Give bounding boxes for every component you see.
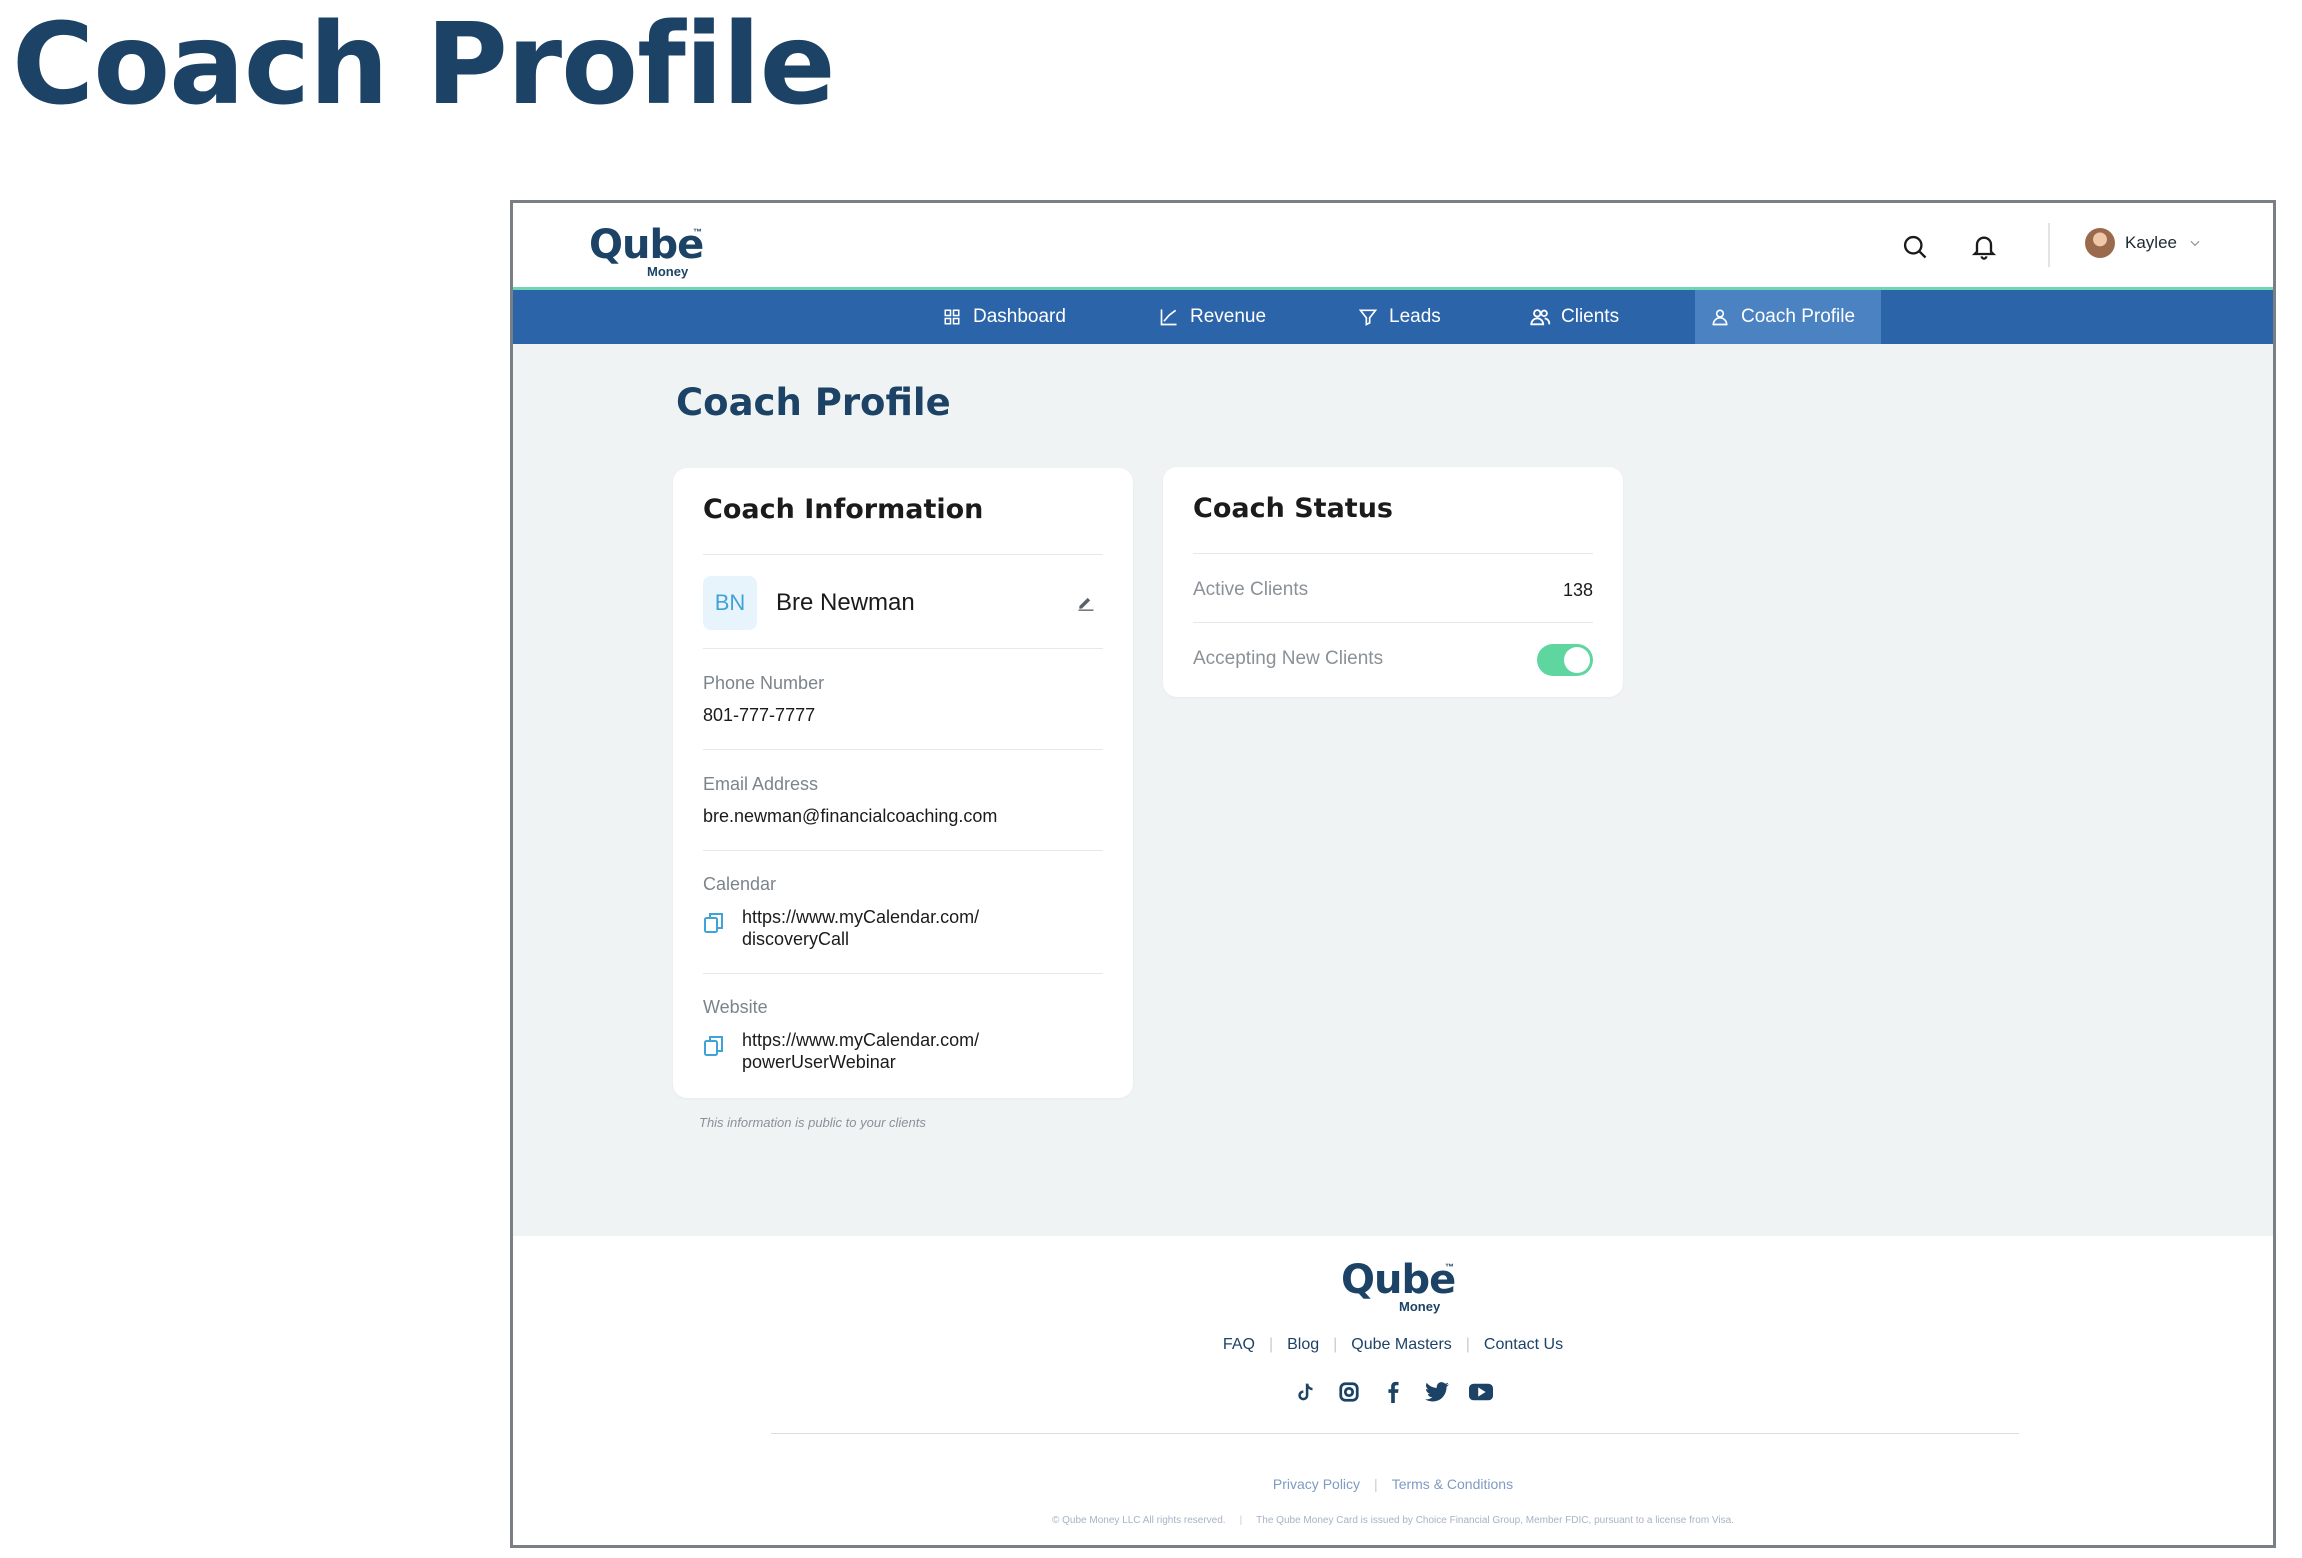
nav-item-dashboard[interactable]: Dashboard [927, 290, 1080, 344]
email-value: bre.newman@financialcoaching.com [703, 806, 998, 826]
footer-divider [771, 1433, 2019, 1434]
copy-icon [704, 1036, 723, 1056]
accepting-new-clients-label: Accepting New Clients [1193, 648, 1384, 669]
notifications-button[interactable] [1966, 229, 2002, 265]
initials-avatar: BN [703, 576, 757, 630]
coach-name: Bre Newman [776, 589, 915, 616]
divider [703, 973, 1103, 974]
separator: | [1374, 1476, 1378, 1492]
logo-trademark: ™ [693, 227, 702, 237]
calendar-link-line1: https://www.myCalendar.com/ [742, 907, 980, 927]
chart-line-icon [1158, 306, 1180, 328]
card-title: Coach Information [703, 494, 984, 525]
toggle-knob [1564, 647, 1590, 673]
calendar-link[interactable]: https://www.myCalendar.com/ discoveryCal… [742, 906, 1062, 950]
copy-icon [704, 913, 723, 933]
footer-link-contact-us[interactable]: Contact Us [1484, 1336, 1563, 1354]
top-bar: Qube ™ Money Kaylee [513, 203, 2273, 290]
header-divider [2048, 223, 2050, 267]
document-title: Coach Profile [12, 0, 836, 130]
tiktok-icon[interactable] [1293, 1380, 1317, 1404]
search-button[interactable] [1897, 229, 1933, 265]
copyright-line: © Qube Money LLC All rights reserved. | … [513, 1515, 2273, 1526]
website-link-line1: https://www.myCalendar.com/ [742, 1030, 980, 1050]
divider [703, 850, 1103, 851]
public-info-note: This information is public to your clien… [699, 1115, 926, 1130]
coach-status-card: Coach Status Active Clients 138 Acceptin… [1163, 467, 1623, 697]
footer-qube-logo[interactable]: Qube ™ Money [1341, 1258, 1461, 1314]
footer-link-faq[interactable]: FAQ [1223, 1336, 1255, 1354]
nav-item-clients[interactable]: Clients [1515, 290, 1633, 344]
divider [703, 554, 1103, 555]
divider [703, 749, 1103, 750]
footer: Qube ™ Money FAQ | Blog | Qube Masters |… [513, 1236, 2273, 1545]
funnel-icon [1357, 306, 1379, 328]
edit-button[interactable] [1073, 589, 1099, 615]
youtube-icon[interactable] [1469, 1380, 1493, 1404]
grid-icon [941, 306, 963, 328]
copy-calendar-button[interactable] [703, 911, 725, 935]
nav-item-label: Clients [1561, 306, 1620, 327]
coach-information-card: Coach Information BN Bre Newman Phone Nu… [673, 468, 1133, 1098]
nav-item-label: Dashboard [973, 306, 1066, 327]
copyright-text: © Qube Money LLC All rights reserved. [1052, 1515, 1226, 1526]
legal-links: Privacy Policy | Terms & Conditions [513, 1476, 2273, 1492]
terms-link[interactable]: Terms & Conditions [1392, 1476, 1513, 1492]
users-icon [1529, 306, 1551, 328]
calendar-link-line2: discoveryCall [742, 929, 850, 949]
nav-item-label: Coach Profile [1741, 306, 1856, 327]
logo-wordmark: Qube [589, 222, 704, 268]
user-icon [1709, 306, 1731, 328]
main-nav: Dashboard Revenue Leads Clients Coach Pr… [513, 290, 2273, 344]
website-link-line2: powerUserWebinar [742, 1052, 896, 1072]
divider [1193, 622, 1593, 623]
separator: | [1465, 1336, 1470, 1353]
nav-item-leads[interactable]: Leads [1343, 290, 1455, 344]
email-label: Email Address [703, 774, 819, 794]
nav-item-label: Leads [1389, 306, 1441, 327]
phone-label: Phone Number [703, 673, 825, 693]
nav-item-revenue[interactable]: Revenue [1144, 290, 1280, 344]
website-label: Website [703, 997, 768, 1017]
user-menu[interactable]: Kaylee [2085, 228, 2203, 258]
separator: | [1333, 1336, 1338, 1353]
logo-subtitle: Money [647, 264, 689, 279]
nav-item-coach-profile[interactable]: Coach Profile [1695, 290, 1881, 344]
footer-link-blog[interactable]: Blog [1287, 1336, 1319, 1354]
card-title: Coach Status [1193, 493, 1393, 524]
divider [703, 648, 1103, 649]
website-link[interactable]: https://www.myCalendar.com/ powerUserWeb… [742, 1029, 1062, 1073]
footer-links: FAQ | Blog | Qube Masters | Contact Us [513, 1336, 2273, 1354]
active-clients-label: Active Clients [1193, 579, 1309, 600]
twitter-icon[interactable] [1425, 1380, 1449, 1404]
avatar [2085, 228, 2115, 258]
user-name: Kaylee [2125, 233, 2177, 252]
logo-subtitle: Money [1399, 1299, 1441, 1314]
logo-wordmark: Qube [1341, 1257, 1456, 1303]
active-clients-count: 138 [1562, 580, 1593, 600]
pencil-icon [1078, 597, 1094, 611]
privacy-policy-link[interactable]: Privacy Policy [1273, 1476, 1360, 1492]
phone-value: 801-777-7777 [703, 705, 816, 725]
nav-item-label: Revenue [1190, 306, 1267, 327]
separator: | [1268, 1336, 1274, 1353]
search-icon [1903, 235, 1927, 259]
bell-icon [1971, 236, 1997, 260]
divider [1193, 553, 1593, 554]
chevron-down-icon [2187, 235, 2203, 251]
calendar-label: Calendar [703, 874, 777, 894]
copy-website-button[interactable] [703, 1034, 725, 1058]
social-links [513, 1380, 2273, 1404]
card-notice-text: The Qube Money Card is issued by Choice … [1256, 1515, 1734, 1526]
page-title: Coach Profile [676, 381, 951, 424]
separator: | [1239, 1515, 1243, 1526]
app-window: Qube ™ Money Kaylee Dashboard Revenue Le… [510, 200, 2276, 1548]
footer-link-qube-masters[interactable]: Qube Masters [1351, 1336, 1451, 1354]
logo-trademark: ™ [1445, 1262, 1454, 1272]
facebook-icon[interactable] [1381, 1380, 1405, 1404]
qube-logo[interactable]: Qube ™ Money [589, 223, 709, 279]
instagram-icon[interactable] [1337, 1380, 1361, 1404]
accepting-new-clients-toggle[interactable] [1537, 644, 1593, 676]
